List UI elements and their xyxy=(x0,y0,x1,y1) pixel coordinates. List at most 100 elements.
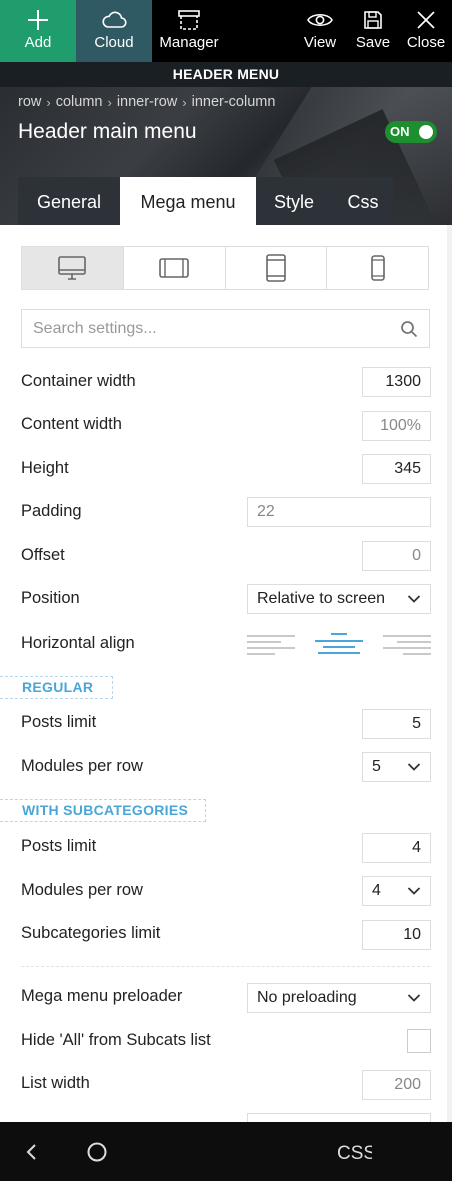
search-icon xyxy=(401,321,418,338)
chevron-right-icon: › xyxy=(107,94,112,110)
settings-tabs: General Mega menu Style Css xyxy=(18,177,394,225)
toggle-label: ON xyxy=(390,124,410,139)
list-width-label: List width xyxy=(21,1074,90,1092)
divider xyxy=(21,966,430,967)
chevron-down-icon xyxy=(407,595,421,603)
device-tablet-landscape-button[interactable] xyxy=(124,247,226,289)
page-title: Header main menu xyxy=(18,120,197,143)
toggle-knob xyxy=(419,125,433,139)
chevron-right-icon: › xyxy=(182,94,187,110)
css-text-icon: CSS xyxy=(337,1143,376,1164)
position-select[interactable]: Relative to screen xyxy=(247,584,431,614)
chevron-down-icon xyxy=(407,763,421,771)
padding-label: Padding xyxy=(21,502,82,520)
scrollbar[interactable] xyxy=(447,225,452,1122)
subcategories-limit-input[interactable]: 10 xyxy=(362,920,431,950)
subcats-modules-per-row-select[interactable]: 4 xyxy=(362,876,431,906)
section-with-subcategories: WITH SUBCATEGORIES xyxy=(0,799,206,822)
floppy-icon xyxy=(363,7,383,33)
preloader-select[interactable]: No preloading xyxy=(247,983,431,1013)
tab-mega-menu[interactable]: Mega menu xyxy=(120,177,256,225)
eye-icon xyxy=(307,7,333,33)
subcats-modules-per-row-label: Modules per row xyxy=(21,881,143,899)
content-width-label: Content width xyxy=(21,415,122,433)
cloud-icon xyxy=(101,7,127,33)
offset-label: Offset xyxy=(21,546,65,564)
subcats-posts-limit-input[interactable]: 4 xyxy=(362,833,431,863)
close-button[interactable]: Close xyxy=(400,0,452,62)
hide-all-checkbox[interactable] xyxy=(407,1029,431,1053)
cloud-label: Cloud xyxy=(94,34,134,51)
close-label: Close xyxy=(406,34,446,51)
breadcrumb-row[interactable]: row xyxy=(18,94,41,110)
device-desktop-button[interactable] xyxy=(22,247,124,289)
subcats-modules-per-row-value: 4 xyxy=(372,882,381,899)
tab-style[interactable]: Style xyxy=(256,177,332,225)
align-left-option[interactable] xyxy=(247,632,297,656)
chevron-down-icon xyxy=(407,994,421,1002)
height-input[interactable]: 345 xyxy=(362,454,431,484)
add-label: Add xyxy=(24,34,52,51)
close-icon xyxy=(416,7,436,33)
back-icon[interactable] xyxy=(22,1140,42,1164)
padding-input[interactable]: 22 xyxy=(247,497,431,527)
modules-per-row-label: Modules per row xyxy=(21,757,143,775)
preloader-value: No preloading xyxy=(257,989,357,1006)
tablet-portrait-icon xyxy=(266,254,286,282)
height-label: Height xyxy=(21,459,69,477)
preloader-label: Mega menu preloader xyxy=(21,987,183,1005)
element-visibility-toggle[interactable]: ON xyxy=(385,121,437,143)
horizontal-align-options xyxy=(247,632,431,656)
add-button[interactable]: Add xyxy=(0,0,76,62)
view-button[interactable]: View xyxy=(294,0,346,62)
css-button[interactable]: CSS xyxy=(336,1140,376,1169)
subcategories-limit-label: Subcategories limit xyxy=(21,924,161,942)
phone-icon xyxy=(370,255,385,281)
search-input[interactable] xyxy=(22,310,429,347)
list-width-input[interactable]: 200 xyxy=(362,1070,431,1100)
offset-input[interactable]: 0 xyxy=(362,541,431,571)
posts-limit-label: Posts limit xyxy=(21,713,97,731)
breadcrumb: row › column › inner-row › inner-column xyxy=(18,94,275,110)
tab-css[interactable]: Css xyxy=(332,177,394,225)
breadcrumb-inner-column[interactable]: inner-column xyxy=(192,94,276,110)
horizontal-align-label: Horizontal align xyxy=(21,634,135,652)
desktop-icon xyxy=(58,256,87,280)
chevron-down-icon xyxy=(407,887,421,895)
tablet-landscape-icon xyxy=(159,258,189,278)
section-regular: REGULAR xyxy=(0,676,113,699)
top-toolbar: Add Cloud Manager View Save Close xyxy=(0,0,452,62)
device-phone-button[interactable] xyxy=(327,247,428,289)
device-switcher xyxy=(21,246,429,290)
save-button[interactable]: Save xyxy=(346,0,400,62)
subcats-posts-limit-label: Posts limit xyxy=(21,837,97,855)
element-type-bar: HEADER MENU xyxy=(0,62,452,87)
save-label: Save xyxy=(355,34,391,51)
android-nav-bar: CSS xyxy=(0,1122,452,1181)
content-width-input[interactable]: 100% xyxy=(362,411,431,441)
breadcrumb-column[interactable]: column xyxy=(56,94,103,110)
css-label: CSS xyxy=(337,1143,372,1164)
plus-icon xyxy=(27,7,49,33)
search-settings xyxy=(21,309,430,348)
manager-icon xyxy=(177,7,201,33)
tab-general[interactable]: General xyxy=(18,177,120,225)
posts-limit-input[interactable]: 5 xyxy=(362,709,431,739)
container-width-label: Container width xyxy=(21,372,136,390)
align-right-option[interactable] xyxy=(381,632,431,656)
chevron-right-icon: › xyxy=(46,94,51,110)
modules-per-row-value: 5 xyxy=(372,758,381,775)
breadcrumb-inner-row[interactable]: inner-row xyxy=(117,94,177,110)
cloud-button[interactable]: Cloud xyxy=(76,0,152,62)
position-label: Position xyxy=(21,589,80,607)
manager-button[interactable]: Manager xyxy=(152,0,226,62)
position-value: Relative to screen xyxy=(257,590,386,607)
manager-label: Manager xyxy=(159,34,219,51)
home-icon[interactable] xyxy=(86,1140,108,1164)
device-tablet-portrait-button[interactable] xyxy=(226,247,328,289)
modules-per-row-select[interactable]: 5 xyxy=(362,752,431,782)
align-center-option[interactable] xyxy=(314,632,364,656)
view-label: View xyxy=(303,34,337,51)
container-width-input[interactable]: 1300 xyxy=(362,367,431,397)
hide-all-label: Hide 'All' from Subcats list xyxy=(21,1031,211,1049)
